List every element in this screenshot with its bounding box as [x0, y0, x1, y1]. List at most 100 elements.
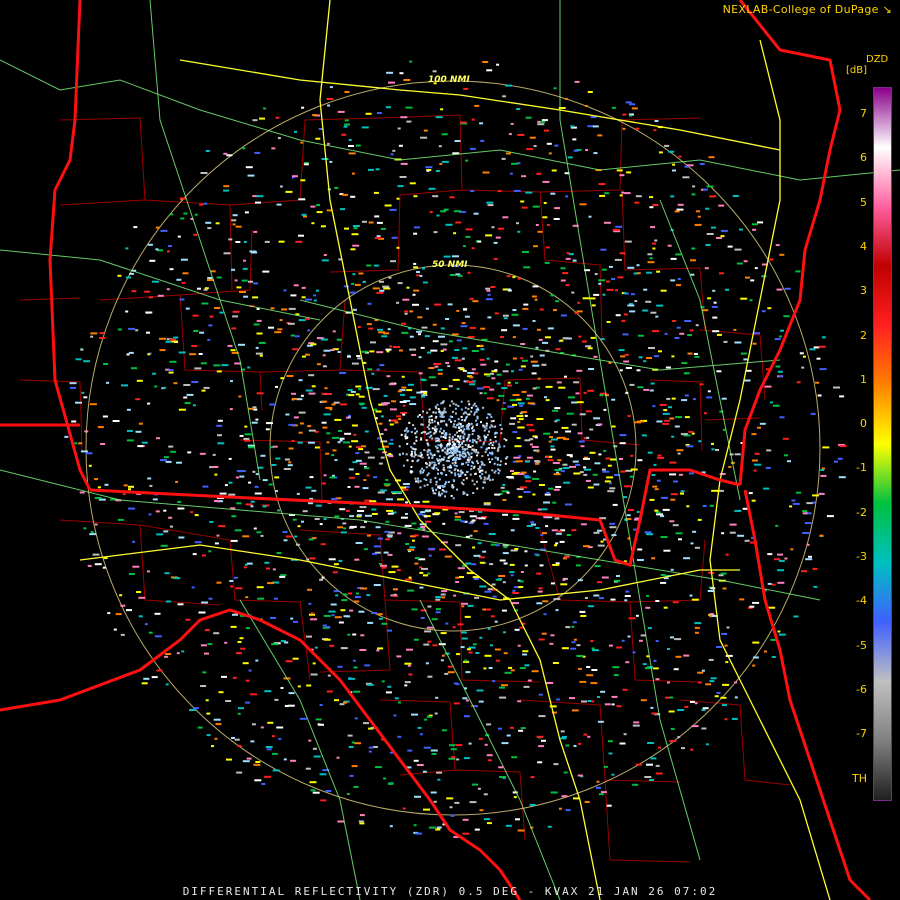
radar-gate [405, 501, 409, 504]
radar-gate [274, 698, 279, 701]
radar-gate [663, 549, 671, 552]
radar-gate [389, 825, 393, 828]
radar-gate [554, 207, 561, 210]
radar-gate [521, 175, 527, 178]
radar-gate [363, 548, 368, 551]
radar-gate [670, 498, 676, 501]
radar-gate [658, 350, 662, 353]
radar-gate [368, 750, 372, 753]
radar-gate [522, 327, 528, 330]
radar-gate [466, 437, 469, 440]
radar-gate [492, 680, 496, 683]
radar-gate [430, 384, 438, 387]
radar-gate [557, 459, 562, 462]
radar-gate [817, 394, 822, 397]
radar-gate [610, 458, 617, 461]
radar-gate [288, 692, 295, 695]
radar-gate [487, 293, 491, 296]
radar-gate [379, 364, 385, 367]
radar-gate [476, 454, 479, 457]
radar-gate [389, 423, 394, 426]
radar-gate [722, 587, 727, 590]
radar-gate [566, 534, 571, 536]
radar-gate [320, 799, 327, 802]
radar-gate [381, 566, 387, 569]
radar-gate [128, 351, 134, 354]
radar-gate [94, 523, 98, 526]
radar-gate [484, 451, 487, 454]
radar-gate [157, 294, 164, 297]
radar-gate [469, 446, 472, 448]
radar-gate [456, 339, 462, 342]
radar-gate [435, 480, 438, 483]
radar-gate [377, 537, 383, 540]
radar-gate [257, 597, 265, 600]
radar-gate [486, 447, 489, 450]
radar-gate [202, 671, 207, 674]
radar-gate [461, 357, 465, 360]
radar-gate [414, 452, 416, 455]
radar-gate [586, 674, 594, 677]
radar-gate [386, 71, 394, 74]
radar-gate [507, 381, 511, 384]
radar-gate [705, 207, 710, 210]
radar-gate [385, 479, 389, 481]
radar-gate [301, 296, 306, 299]
radar-gate [90, 335, 94, 338]
radar-gate [445, 622, 449, 625]
radar-gate [451, 447, 454, 450]
radar-gate [332, 330, 336, 333]
radar-gate [483, 386, 490, 389]
radar-gate [546, 142, 552, 145]
radar-gate [311, 489, 317, 492]
radar-gate [707, 390, 711, 393]
radar-gate [416, 271, 420, 273]
radar-gate [386, 509, 394, 512]
radar-gate [69, 382, 77, 385]
radar-gate [453, 464, 456, 467]
radar-gate [239, 434, 244, 437]
radar-gate [388, 81, 395, 84]
radar-gate [155, 248, 159, 251]
radar-gate [606, 476, 614, 479]
radar-gate [329, 86, 333, 89]
radar-gate [503, 438, 506, 440]
radar-gate [805, 558, 813, 561]
radar-gate [191, 586, 195, 589]
radar-gate [682, 176, 690, 179]
radar-gate [406, 120, 412, 123]
radar-gate [431, 466, 434, 469]
radar-gate [432, 70, 437, 73]
radar-gate [566, 454, 573, 457]
radar-gate [320, 338, 328, 341]
radar-gate [496, 382, 501, 385]
radar-gate [298, 431, 303, 434]
radar-gate [371, 508, 377, 511]
radar-gate [569, 697, 575, 700]
radar-gate [397, 491, 402, 493]
radar-gate [275, 490, 279, 493]
radar-gate [474, 472, 477, 475]
radar-gate [482, 406, 485, 409]
radar-gate [126, 353, 130, 356]
radar-gate [434, 425, 437, 428]
radar-gate [350, 248, 356, 251]
radar-gate [417, 481, 420, 484]
radar-gate [487, 447, 490, 449]
radar-gate [416, 764, 424, 766]
radar-gate [401, 322, 407, 325]
radar-gate [537, 761, 543, 764]
radar-gate [419, 472, 422, 475]
radar-gate [740, 352, 747, 355]
radar-gate [455, 576, 460, 579]
radar-gate [231, 515, 237, 518]
radar-gate [435, 116, 443, 119]
radar-gate [658, 151, 663, 154]
radar-gate [366, 474, 370, 477]
radar-gate [531, 372, 537, 375]
radar-gate [151, 280, 159, 283]
radar-gate [94, 497, 102, 499]
radar-gate [181, 650, 185, 653]
radar-gate [422, 410, 424, 413]
radar-gate [510, 122, 514, 125]
